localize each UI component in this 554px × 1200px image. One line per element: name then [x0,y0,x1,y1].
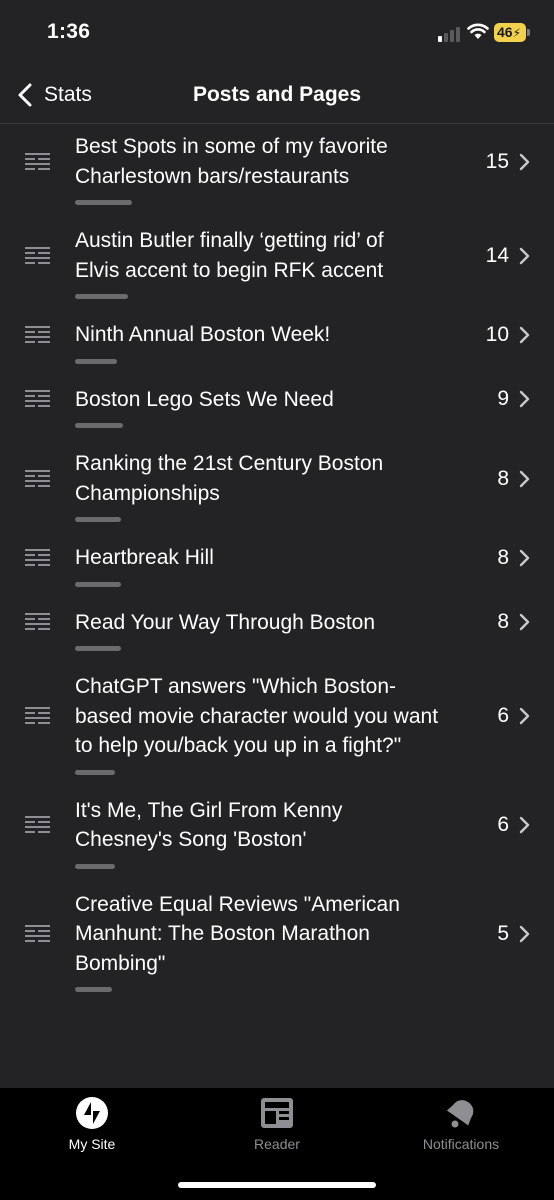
post-row[interactable]: It's Me, The Girl From Kenny Chesney's So… [0,788,554,882]
post-type-icon [25,246,50,264]
post-row[interactable]: Best Spots in some of my favorite Charles… [0,124,554,218]
post-type-icon [25,325,50,343]
tab-reader[interactable]: Reader [202,1096,352,1156]
post-title-line: to help you/back you up in a fight?" [75,734,402,757]
chevron-right-icon [519,326,530,343]
post-title: Heartbreak Hill [75,543,480,573]
post-view-count: 6 [497,813,509,836]
post-views-bar [75,200,132,205]
post-title-line: Bombing" [75,951,166,975]
post-view-count: 15 [485,149,509,173]
reader-newspaper-icon [261,1098,293,1128]
post-title-line: Chesney's Song 'Boston' [75,828,307,851]
post-type-icon [25,613,50,631]
post-views-bar [75,769,115,775]
tab-my-site[interactable]: My Site [17,1096,167,1156]
post-view-count: 9 [497,387,509,411]
status-time: 1:36 [47,20,91,43]
battery-level: 46 [497,24,513,40]
tab-label-notifications: Notifications [422,1136,500,1152]
post-title: ChatGPT answers "Which Boston-based movi… [75,672,480,761]
post-view-count: 8 [497,545,509,569]
post-view-count: 5 [497,921,509,945]
post-views-bar [75,987,112,992]
post-title: Ranking the 21st Century Boston Champions… [75,449,480,508]
chevron-right-icon [519,247,530,264]
post-title-line: Best Spots in some of my favorite [75,135,388,158]
post-title-line: Ninth Annual Boston Week! [75,323,331,346]
battery-charging-icon: 46⚡ [494,23,530,42]
post-type-icon [25,152,50,170]
post-title-line: Creative Equal Reviews "American [75,892,400,916]
post-view-count: 14 [485,243,509,267]
post-title: Ninth Annual Boston Week! [75,320,480,350]
post-title: It's Me, The Girl From Kenny Chesney's So… [75,796,480,855]
chevron-right-icon [519,816,530,834]
chevron-right-icon [519,614,530,631]
post-title-line: Championships [75,481,220,505]
bell-icon [446,1100,474,1128]
post-views-bar [75,863,115,869]
post-row[interactable]: Boston Lego Sets We Need 9 [0,377,554,442]
post-title-line: Manhunt: The Boston Marathon [75,922,370,945]
jetpack-bolt-icon [76,1097,108,1129]
post-title-line: It's Me, The Girl From Kenny [75,798,343,822]
signal-icon [438,26,462,42]
post-views-bar [75,517,121,522]
post-views-bar [75,646,121,651]
post-title-line: based movie character would you want [75,704,439,728]
post-type-icon [25,816,50,833]
home-indicator [178,1182,376,1188]
tab-label-reader: Reader [254,1136,300,1152]
post-title-line: Read Your Way Through Boston [75,610,376,634]
post-title: Austin Butler finally ‘getting rid’ of El… [75,226,480,285]
chevron-right-icon [519,391,530,408]
chevron-right-icon [519,925,530,942]
post-title: Best Spots in some of my favorite Charles… [75,132,480,191]
navigation-bar: Stats Posts and Pages [0,66,554,124]
post-type-icon [25,548,50,566]
post-title-line: ChatGPT answers "Which Boston- [75,675,397,698]
post-row[interactable]: Read Your Way Through Boston 8 [0,600,554,665]
post-type-icon [25,390,50,408]
post-type-icon [25,707,50,725]
chevron-right-icon [519,549,530,566]
tab-label-my-site: My Site [68,1136,116,1152]
post-title: Boston Lego Sets We Need [75,385,480,415]
post-title-line: Austin Butler finally ‘getting rid’ of [75,229,384,252]
post-row[interactable]: Austin Butler finally ‘getting rid’ of El… [0,218,554,312]
post-type-icon [25,469,50,487]
tab-notifications[interactable]: Notifications [386,1096,536,1156]
wifi-icon [467,23,489,39]
post-title: Creative Equal Reviews "American Manhunt:… [75,890,480,979]
post-view-count: 8 [497,610,509,634]
post-title-line: Elvis accent to begin RFK accent [75,258,384,282]
post-row[interactable]: Heartbreak Hill 8 [0,535,554,600]
post-row[interactable]: ChatGPT answers "Which Boston-based movi… [0,664,554,788]
post-view-count: 10 [485,322,509,346]
post-views-bar [75,423,123,428]
post-view-count: 8 [497,466,509,490]
post-title-line: Charlestown bars/restaurants [75,164,350,188]
post-type-icon [25,924,50,942]
status-bar: 1:36 46⚡ [0,0,554,66]
post-title: Read Your Way Through Boston [75,608,480,638]
post-view-count: 6 [497,704,509,728]
post-row[interactable]: Ranking the 21st Century Boston Champions… [0,441,554,535]
chevron-right-icon [519,708,530,725]
post-views-bar [75,294,128,299]
post-views-bar [75,581,121,587]
page-title: Posts and Pages [192,83,362,106]
post-title-line: Boston Lego Sets We Need [75,387,334,411]
post-title-line: Ranking the 21st Century Boston [75,452,384,475]
chevron-right-icon [519,153,530,170]
post-title-line: Heartbreak Hill [75,546,214,569]
post-row[interactable]: Ninth Annual Boston Week! 10 [0,312,554,377]
post-views-bar [75,358,117,364]
chevron-right-icon [519,470,530,487]
post-row[interactable]: Creative Equal Reviews "American Manhunt:… [0,882,554,1006]
